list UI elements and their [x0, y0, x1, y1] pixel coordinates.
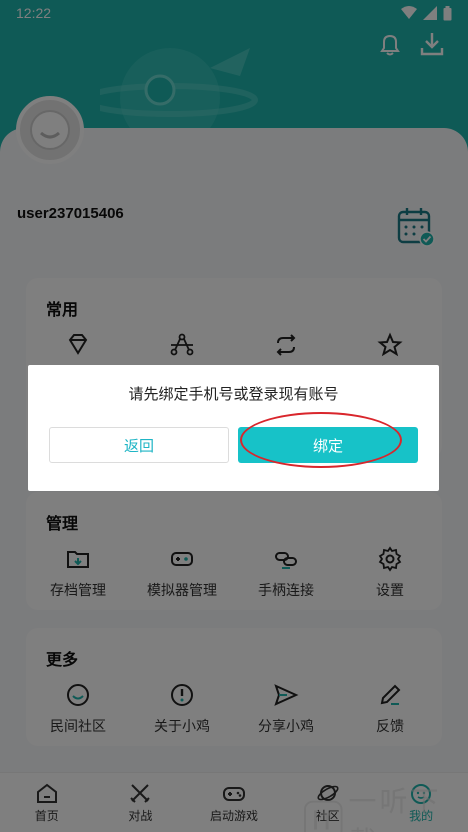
bind-account-dialog: 请先绑定手机号或登录现有账号 返回 绑定 [28, 365, 439, 491]
back-button[interactable]: 返回 [49, 427, 229, 463]
dialog-message: 请先绑定手机号或登录现有账号 [128, 385, 339, 403]
bind-button[interactable]: 绑定 [238, 427, 418, 463]
